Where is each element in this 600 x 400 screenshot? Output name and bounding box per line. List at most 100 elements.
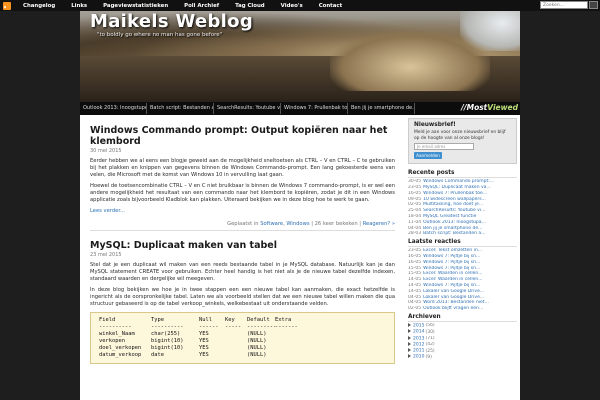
- item-date: 02-05: [408, 306, 422, 312]
- code-cell: (NULL): [247, 345, 267, 351]
- most-viewed-item[interactable]: Outlook 2013: Inoogstupeachecks...: [80, 103, 147, 114]
- code-cell: Default: [247, 317, 270, 323]
- list-item[interactable]: 28-03 Batch script: Bestanden a...: [408, 231, 517, 237]
- nav-links[interactable]: Links: [63, 3, 95, 9]
- nav-tag-cloud[interactable]: Tag Cloud: [227, 3, 273, 9]
- view-count: | 26 keer bekeken |: [311, 221, 362, 227]
- most-viewed-item[interactable]: Ben jij je smartphone de...: [348, 103, 415, 114]
- expand-icon[interactable]: [408, 348, 411, 353]
- read-more-link[interactable]: Lees verder...: [90, 208, 125, 214]
- search-button[interactable]: [589, 1, 598, 9]
- code-row: doel_verkopen bigint(10) YES (NULL): [99, 345, 386, 352]
- expand-icon[interactable]: [408, 329, 411, 334]
- nav-poll-archief[interactable]: Poll Archief: [176, 3, 227, 9]
- newsletter-title: Nieuwsbrief!: [414, 122, 456, 128]
- code-row: ---------- ---------- ------ ----- ---------…: [99, 324, 386, 331]
- code-cell: (NULL): [247, 331, 267, 337]
- category-link[interactable]: Windows: [286, 221, 309, 227]
- nav-videos[interactable]: Video's: [273, 3, 311, 9]
- post-paragraph: Eerder hebben we al eens een blogje gewe…: [90, 158, 395, 178]
- item-link[interactable]: Multitasking, hoe doet je...: [423, 202, 483, 207]
- nav-pageviewstatistieken[interactable]: Pageviewstatistieken: [95, 3, 176, 9]
- item-link[interactable]: Outlook 2013: Inoogstupa...: [423, 220, 486, 225]
- code-block: Field Type Null Key Default Extra ---------- -…: [90, 312, 395, 364]
- item-link[interactable]: Ben jij je smartphone de...: [423, 226, 482, 231]
- item-date: 11-04: [408, 219, 422, 225]
- archive-count: (25): [425, 348, 435, 354]
- recent-posts-list: 30-05 Windows Commando prompt:... 23-05 My…: [408, 179, 517, 237]
- code-cell: verkopen: [99, 338, 125, 344]
- archive-year[interactable]: 2010: [413, 355, 424, 360]
- email-field[interactable]: Je email adres: [414, 143, 474, 151]
- newsletter-text: Meld je aan voor onze nieuwsbrief en bli…: [414, 130, 506, 141]
- nav-changelog[interactable]: Changelog: [15, 3, 63, 9]
- item-link[interactable]: Excel: Tekst omzetten in...: [423, 248, 482, 253]
- most-viewed-item[interactable]: Windows 7: Prullenbak toe...: [281, 103, 348, 114]
- archive-year[interactable]: 2013: [413, 336, 424, 341]
- archive-year[interactable]: 2011: [413, 349, 424, 354]
- recent-comments-list: 23-05 Excel: Tekst omzetten in... 16-05 Wi…: [408, 248, 517, 312]
- item-date: 09-05: [408, 196, 422, 202]
- item-link[interactable]: Windows 7: Pijltje bij sn...: [423, 260, 480, 265]
- post-date: 30 mei 2015: [90, 148, 122, 154]
- archive-year[interactable]: 2014: [413, 330, 424, 335]
- post-paragraph: Hoewel de toetsencombinatie CTRL – V en …: [90, 183, 395, 203]
- reply-link[interactable]: Reageren? »: [363, 221, 395, 227]
- code-cell: (NULL): [247, 352, 267, 358]
- code-cell: [275, 352, 305, 359]
- item-link[interactable]: Outlook blijft vragen een...: [423, 306, 483, 311]
- item-link[interactable]: Lokaler van Google Drive...: [423, 295, 484, 300]
- code-cell: [275, 338, 305, 345]
- code-cell: -------: [275, 324, 298, 330]
- code-cell: bigint(10): [151, 345, 184, 351]
- subscribe-button[interactable]: Aanmelden: [414, 152, 442, 160]
- most-viewed-label: //MostViewed: [461, 103, 518, 112]
- archive-year[interactable]: 2015: [413, 323, 424, 328]
- expand-icon[interactable]: [408, 322, 411, 327]
- nav-contact[interactable]: Contact: [311, 3, 350, 9]
- site-title[interactable]: Maikels Weblog: [90, 11, 253, 32]
- category-link[interactable]: Software: [260, 221, 283, 227]
- expand-icon[interactable]: [408, 354, 411, 359]
- code-cell: (NULL): [247, 338, 267, 344]
- sidebar: Nieuwsbrief! Meld je aan voor onze nieuw…: [405, 115, 520, 400]
- item-link[interactable]: 10 widescreen wallpapers...: [423, 197, 486, 202]
- most-viewed-item[interactable]: SearchResults: Youtube vi...: [214, 103, 281, 114]
- item-date: 04-05: [408, 300, 422, 306]
- item-link[interactable]: Batch script: Bestanden a...: [423, 231, 485, 236]
- post-paragraph: Stel dat je een duplicaat wil maken van …: [90, 262, 395, 282]
- archive-year[interactable]: 2012: [413, 342, 424, 347]
- item-link[interactable]: Windows 7: Pijltje bij sn...: [423, 254, 480, 259]
- item-link[interactable]: Excel: Waarden in cellen...: [423, 277, 482, 282]
- post-title[interactable]: MySQL: Duplicaat maken van tabel: [90, 240, 395, 251]
- item-link[interactable]: Word 2013: Bestanden niet...: [423, 300, 489, 305]
- meta-prefix: Geplaatst in: [227, 221, 259, 227]
- archive-item[interactable]: 2010(9): [408, 354, 517, 360]
- post-title[interactable]: Windows Commando prompt: Output kopiëren…: [90, 125, 395, 147]
- search-input[interactable]: Zoeken...: [540, 1, 588, 9]
- code-cell: doel_verkopen: [99, 345, 142, 351]
- code-row: winkel_Naam char(255) YES (NULL): [99, 331, 386, 338]
- item-link[interactable]: Windows 7: Prullenbak toe...: [423, 191, 487, 196]
- most-viewed-item[interactable]: Batch script: Bestanden a...: [147, 103, 214, 114]
- item-date: 04-04: [408, 225, 422, 231]
- recent-posts-heading: Recente posts: [408, 170, 517, 179]
- code-cell: YES: [199, 345, 209, 351]
- item-link[interactable]: MySQL Greatest functie: [423, 214, 476, 219]
- rss-icon[interactable]: [3, 1, 11, 10]
- item-link[interactable]: Windows 7: Pijltje bij sn...: [423, 266, 480, 271]
- item-date: 28-03: [408, 231, 422, 237]
- item-link[interactable]: SearchResults: Youtube vi...: [423, 208, 485, 213]
- item-link[interactable]: Excel: Waarden in cellen...: [423, 271, 482, 276]
- code-cell: Field: [99, 317, 116, 323]
- item-link[interactable]: Lokaler van Google Drive...: [423, 289, 484, 294]
- expand-icon[interactable]: [408, 335, 411, 340]
- archive-count: (30): [425, 329, 435, 335]
- item-link[interactable]: MySQL: Duplicaat maken va...: [423, 185, 491, 190]
- item-link[interactable]: Windows 7: Pijltje bij sn...: [423, 283, 480, 288]
- code-cell: [275, 331, 305, 338]
- list-item[interactable]: 02-05 Outlook blijft vragen een...: [408, 306, 517, 312]
- expand-icon[interactable]: [408, 341, 411, 346]
- item-link[interactable]: Windows Commando prompt:...: [423, 179, 494, 184]
- item-date: 23-05: [408, 184, 422, 190]
